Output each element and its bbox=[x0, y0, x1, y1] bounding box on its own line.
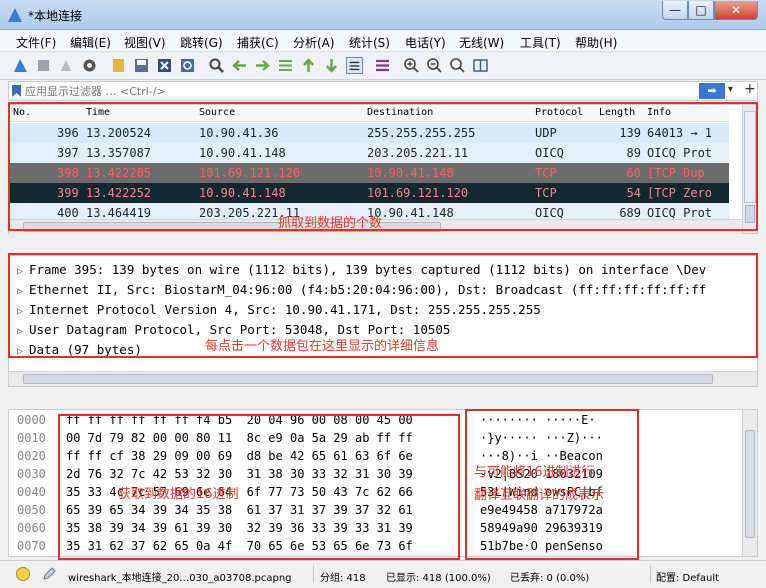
normal-size-icon[interactable] bbox=[449, 57, 466, 74]
menu-telephony[interactable]: 电话(Y) bbox=[405, 34, 446, 51]
apply-filter-button[interactable]: ➡ bbox=[699, 83, 725, 99]
menu-help[interactable]: 帮助(H) bbox=[575, 34, 617, 51]
hex-annotation: 获取到数据的16进制 bbox=[118, 487, 239, 502]
colorize-icon[interactable] bbox=[374, 57, 391, 74]
byte-offset: 0040 bbox=[17, 485, 46, 499]
display-filter-bar: ➡ ▾ + bbox=[8, 81, 758, 101]
resize-columns-icon[interactable] bbox=[472, 57, 489, 74]
byte-offset: 0000 bbox=[17, 413, 46, 427]
capture-file-name: wireshark_本地连接_20…030_a03708.pcapng bbox=[68, 573, 292, 584]
details-annotation: 每点击一个数据包在这里显示的详细信息 bbox=[205, 339, 440, 354]
menu-go[interactable]: 跳转(G) bbox=[180, 34, 223, 51]
menu-file[interactable]: 文件(F) bbox=[16, 34, 56, 51]
last-packet-icon[interactable] bbox=[323, 57, 340, 74]
display-filter-input[interactable] bbox=[25, 83, 685, 99]
dropped-count: 已丢弃: 0 (0.0%) bbox=[510, 573, 590, 584]
menu-view[interactable]: 视图(V) bbox=[124, 34, 166, 51]
scroll-thumb[interactable] bbox=[745, 430, 755, 538]
zoom-out-icon[interactable] bbox=[426, 57, 443, 74]
displayed-count: 已显示: 418 (100.0%) bbox=[386, 573, 491, 584]
byte-offset: 0050 bbox=[17, 503, 46, 517]
title-bar: *本地连接 — □ ✕ bbox=[0, 0, 766, 30]
byte-offset: 0030 bbox=[17, 467, 46, 481]
go-to-packet-icon[interactable] bbox=[277, 57, 294, 74]
close-button[interactable]: ✕ bbox=[714, 1, 758, 20]
menu-statistics[interactable]: 统计(S) bbox=[349, 34, 390, 51]
byte-offset: 0060 bbox=[17, 521, 46, 535]
menu-bar: 文件(F) 编辑(E) 视图(V) 跳转(G) 捕获(C) 分析(A) 统计(S… bbox=[0, 31, 766, 52]
find-packet-icon[interactable] bbox=[208, 57, 225, 74]
add-filter-button[interactable]: + bbox=[744, 81, 756, 97]
start-capture-icon[interactable] bbox=[12, 57, 29, 74]
expert-info-icon[interactable] bbox=[16, 567, 30, 581]
packet-count-annotation: 抓取到数据的个数 bbox=[278, 216, 383, 231]
ascii-annotation-line1: 与可能将16进制进行 bbox=[474, 465, 595, 480]
restart-capture-icon[interactable] bbox=[58, 57, 75, 74]
filter-history-dropdown[interactable]: ▾ bbox=[728, 84, 733, 95]
close-file-icon[interactable] bbox=[156, 57, 173, 74]
autoscroll-icon[interactable] bbox=[346, 57, 363, 74]
status-separator bbox=[650, 565, 651, 583]
status-separator bbox=[313, 565, 314, 583]
status-bar: wireshark_本地连接_20…030_a03708.pcapng 分组: … bbox=[0, 560, 766, 588]
menu-wireless[interactable]: 无线(W) bbox=[459, 34, 504, 51]
first-packet-icon[interactable] bbox=[300, 57, 317, 74]
zoom-in-icon[interactable] bbox=[403, 57, 420, 74]
save-file-icon[interactable] bbox=[133, 57, 150, 74]
wireshark-fin-icon bbox=[8, 8, 22, 22]
minimize-button[interactable]: — bbox=[662, 1, 688, 20]
reload-icon[interactable] bbox=[179, 57, 196, 74]
window-title: *本地连接 bbox=[28, 9, 83, 23]
scroll-thumb[interactable] bbox=[23, 374, 713, 384]
byte-offset: 0020 bbox=[17, 449, 46, 463]
open-file-icon[interactable] bbox=[110, 57, 127, 74]
capture-options-icon[interactable] bbox=[81, 57, 98, 74]
bytes-vertical-scrollbar[interactable] bbox=[742, 410, 757, 556]
byte-offset: 0010 bbox=[17, 431, 46, 445]
go-forward-icon[interactable] bbox=[254, 57, 271, 74]
packet-list-highlight-box bbox=[8, 102, 758, 231]
menu-edit[interactable]: 编辑(E) bbox=[70, 34, 111, 51]
packet-count: 分组: 418 bbox=[320, 573, 366, 584]
main-toolbar bbox=[0, 52, 766, 80]
details-horizontal-scrollbar[interactable] bbox=[9, 371, 757, 386]
capture-comment-icon[interactable] bbox=[42, 567, 56, 581]
stop-capture-icon[interactable] bbox=[35, 57, 52, 74]
maximize-button[interactable]: □ bbox=[688, 1, 714, 20]
menu-capture[interactable]: 捕获(C) bbox=[237, 34, 279, 51]
byte-offset: 0070 bbox=[17, 539, 46, 553]
go-back-icon[interactable] bbox=[231, 57, 248, 74]
profile-selector[interactable]: 配置: Default bbox=[656, 569, 719, 584]
ascii-annotation-line2: 翻译互联翻译的成表示 bbox=[474, 488, 605, 503]
menu-analyze[interactable]: 分析(A) bbox=[293, 34, 335, 51]
menu-tools[interactable]: 工具(T) bbox=[520, 34, 561, 51]
bookmark-icon[interactable] bbox=[12, 85, 21, 97]
